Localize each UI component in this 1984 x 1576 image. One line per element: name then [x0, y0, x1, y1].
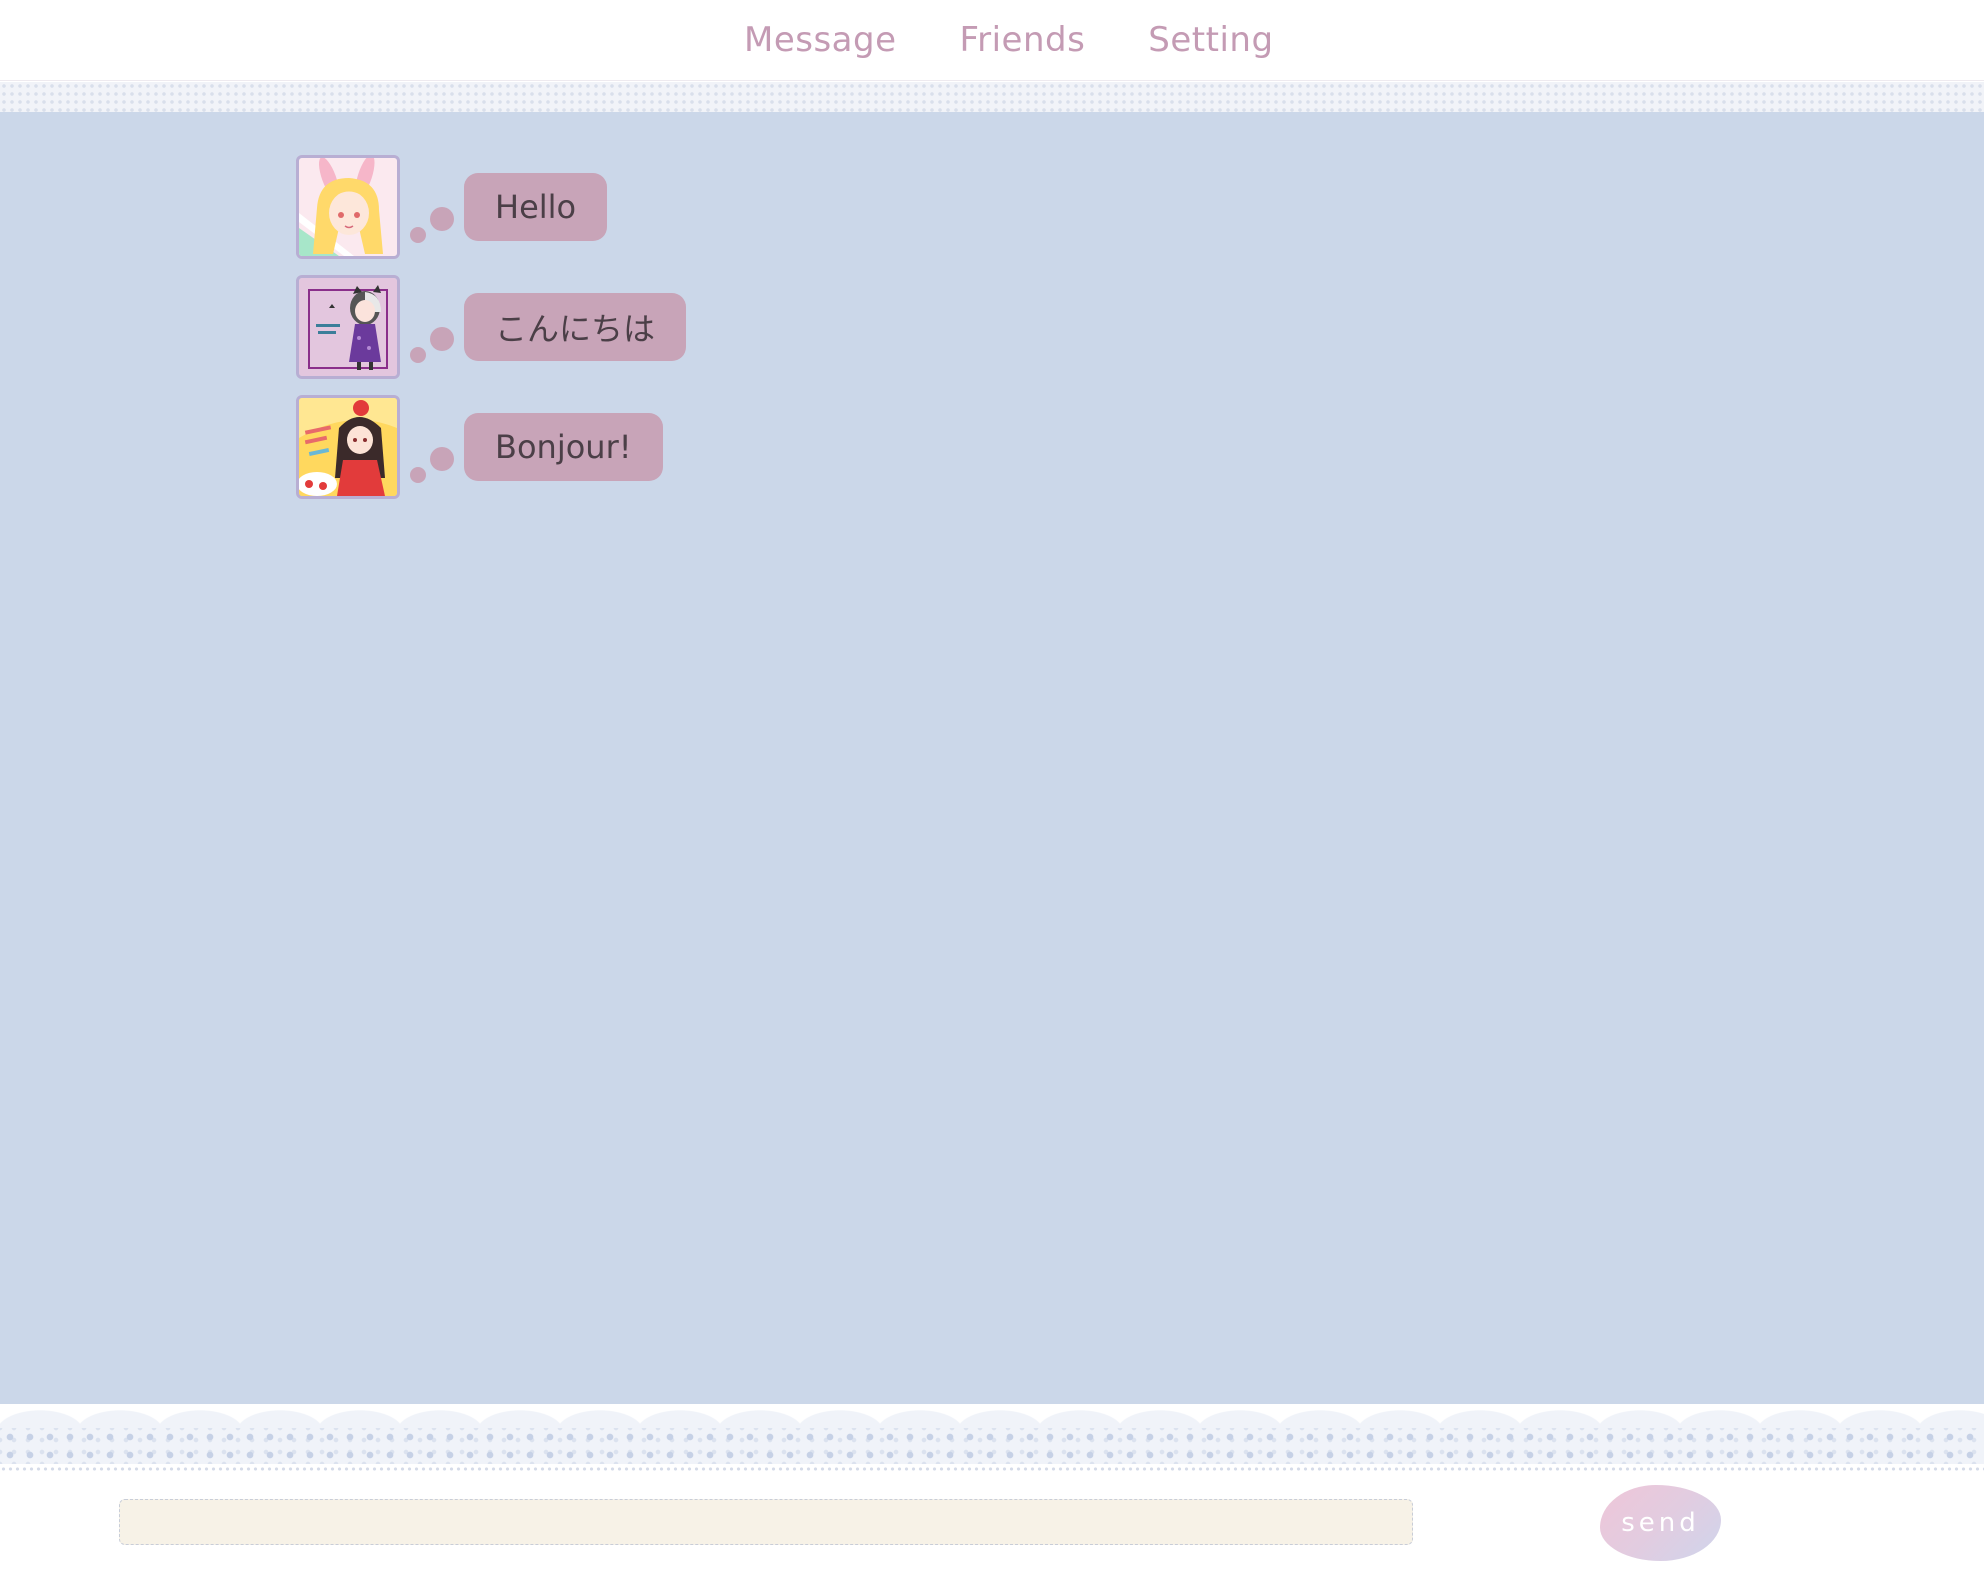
bubble-tail-dot: [410, 347, 426, 363]
bubble-tail-dot: [430, 447, 454, 471]
bubble-tail-dot: [430, 327, 454, 351]
top-lace-border: [0, 82, 1984, 112]
red-dress-girl-avatar[interactable]: [296, 395, 400, 499]
nav-friends[interactable]: Friends: [960, 20, 1086, 60]
spooky-doll-avatar[interactable]: [296, 275, 400, 379]
nav-message[interactable]: Message: [744, 20, 897, 60]
bubble-tail-dot: [410, 467, 426, 483]
chat-area[interactable]: Hello こんにちは Bonjour!: [0, 112, 1984, 1412]
nav-setting[interactable]: Setting: [1148, 20, 1273, 60]
bubble-tail-dot: [430, 207, 454, 231]
bunny-girl-avatar[interactable]: [296, 155, 400, 259]
message-input[interactable]: [119, 1499, 1413, 1545]
lace-pattern: [0, 1428, 1984, 1464]
lace-dotted-line: [0, 1466, 1984, 1472]
nav-menu: Message Friends Setting: [744, 14, 1274, 66]
bubble-tail-dot: [410, 227, 426, 243]
message-bubble: Hello: [464, 173, 608, 241]
message-bubble: Bonjour!: [464, 413, 663, 481]
top-nav-bar: Message Friends Setting: [0, 0, 1984, 81]
message-bubble: こんにちは: [464, 293, 687, 361]
